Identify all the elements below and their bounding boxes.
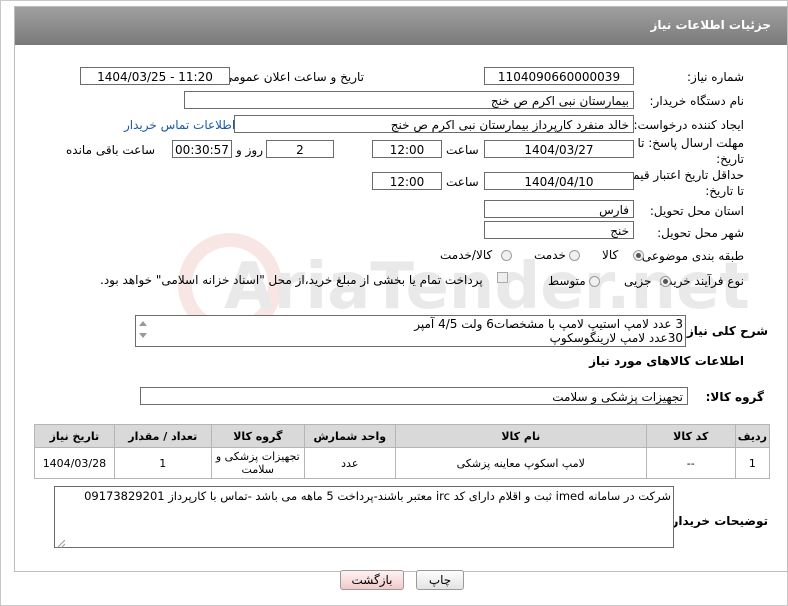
cell-name: لامپ اسکوپ معاینه پزشکی [394, 447, 647, 479]
print-button[interactable]: چاپ [416, 570, 464, 590]
col-row: ردیف [734, 424, 771, 448]
days-label: روز و [236, 143, 263, 157]
scroll-arrows[interactable] [138, 318, 148, 344]
goods-section-title: اطلاعات کالاهای مورد نیاز [589, 354, 744, 368]
validity-date-field: 1404/04/10 [484, 172, 634, 190]
deadline-label-line1: مهلت ارسال پاسخ: تا [637, 136, 744, 150]
city-field: خنج [484, 221, 634, 239]
description-line-1: 3 عدد لامپ استیپ لامپ با مشخصات6 ولت 4/5… [414, 317, 683, 331]
col-group: گروه کالا [210, 424, 305, 448]
table-row: 1 -- لامپ اسکوپ معاینه پزشکی عدد تجهیزات… [34, 447, 771, 479]
remaining-label: ساعت باقی مانده [66, 143, 156, 157]
page-title: جزئیات اطلاعات نیاز [650, 18, 771, 32]
category-option-goods-service: کالا/خدمت [440, 248, 493, 262]
cell-unit: عدد [303, 447, 396, 479]
process-radio-medium[interactable] [589, 276, 600, 287]
description-textarea[interactable]: 3 عدد لامپ استیپ لامپ با مشخصات6 ولت 4/5… [135, 315, 686, 347]
buyer-org-field: بیمارستان نبی اکرم ص خنج [184, 91, 634, 109]
validity-label-line1: حداقل تاریخ اعتبار قیمت: [617, 168, 744, 182]
process-radio-minor[interactable] [660, 276, 671, 287]
category-option-service: خدمت [534, 248, 566, 262]
province-label: استان محل تحویل: [649, 204, 744, 218]
category-radio-service[interactable] [569, 250, 580, 261]
need-number-field: 1104090660000039 [484, 67, 634, 85]
goods-group-field: تجهیزات پزشکی و سلامت [140, 387, 688, 405]
city-label: شهر محل تحویل: [657, 226, 744, 240]
cell-date: 1404/03/28 [34, 447, 115, 479]
validity-hour-label: ساعت [446, 175, 479, 189]
goods-table: ردیف کد کالا نام کالا واحد شمارش گروه کا… [34, 424, 771, 479]
buyer-org-label: نام دستگاه خریدار: [649, 94, 745, 108]
payment-note: پرداخت تمام یا بخشی از مبلغ خرید،از محل … [100, 273, 483, 287]
province-field: فارس [484, 200, 634, 218]
requester-label: ایجاد کننده درخواست: [633, 118, 744, 132]
process-option-medium: متوسط [548, 274, 586, 288]
cell-row: 1 [734, 447, 771, 479]
col-name: نام کالا [394, 424, 647, 448]
description-label: شرح کلی نیاز: [682, 324, 768, 338]
process-label: نوع فرآیند خرید : [659, 274, 744, 288]
contact-info-link[interactable]: اطلاعات تماس خریدار [124, 118, 235, 132]
buyer-notes-text: شرکت در سامانه imed ثبت و اقلام دارای کد… [84, 489, 671, 503]
cell-qty: 1 [113, 447, 212, 479]
treasury-payment-checkbox[interactable] [497, 272, 508, 283]
goods-table-header: ردیف کد کالا نام کالا واحد شمارش گروه کا… [34, 424, 771, 448]
back-button[interactable]: بازگشت [340, 570, 404, 590]
cell-code: -- [645, 447, 736, 479]
announce-field: 1404/03/25 - 11:20 [80, 67, 230, 85]
cell-group: تجهیزات پزشکی و سلامت [210, 447, 305, 479]
col-unit: واحد شمارش [303, 424, 396, 448]
deadline-date-field: 1404/03/27 [484, 140, 634, 158]
category-label: طبقه بندی موضوعی: [637, 249, 744, 263]
category-radio-goods-service[interactable] [501, 250, 512, 261]
goods-group-label: گروه کالا: [705, 390, 764, 404]
resize-grip-icon[interactable] [56, 537, 66, 549]
days-field: 2 [266, 140, 334, 158]
remaining-time-field: 00:30:57 [172, 140, 232, 158]
category-radio-goods[interactable] [633, 250, 644, 261]
buyer-notes-textarea[interactable]: شرکت در سامانه imed ثبت و اقلام دارای کد… [54, 486, 674, 549]
category-option-goods: کالا [602, 248, 619, 262]
validity-label-line2: تا تاریخ: [705, 184, 744, 198]
announce-label: تاریخ و ساعت اعلان عمومی: [219, 70, 364, 84]
process-option-minor: جزیی [624, 274, 652, 288]
col-date: تاریخ نیاز [34, 424, 115, 448]
deadline-label-line2: تاریخ: [716, 152, 744, 166]
title-bar: جزئیات اطلاعات نیاز [15, 7, 787, 45]
requester-field: خالد منفرد کارپرداز بیمارستان نبی اکرم ص… [234, 115, 634, 133]
deadline-hour-label: ساعت [446, 143, 479, 157]
deadline-time-field: 12:00 [372, 140, 442, 158]
col-code: کد کالا [645, 424, 736, 448]
need-number-label: شماره نیاز: [687, 70, 744, 84]
validity-time-field: 12:00 [372, 172, 442, 190]
col-qty: تعداد / مقدار [113, 424, 212, 448]
description-line-2: 30عدد لامپ لارینگوسکوپ [549, 331, 683, 345]
buyer-notes-label: توضیحات خریدار: [666, 514, 768, 528]
